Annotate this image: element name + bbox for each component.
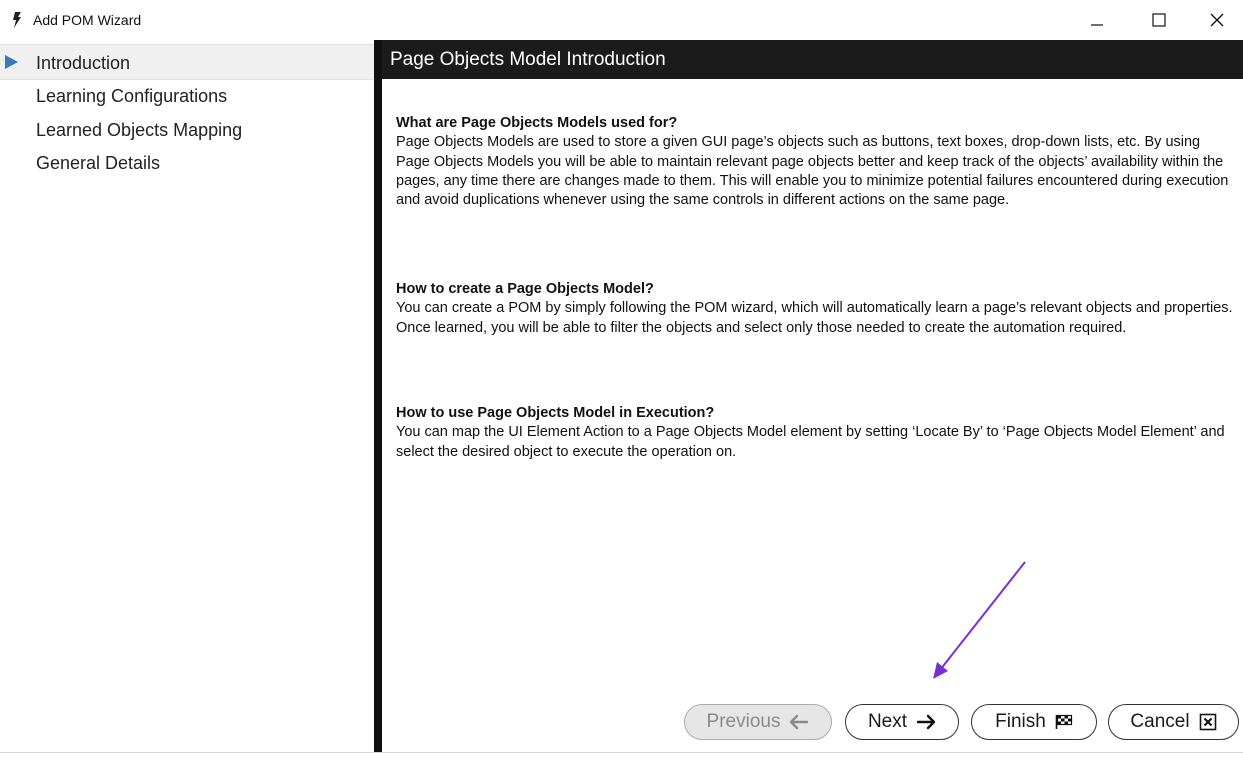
- cancel-button[interactable]: Cancel: [1108, 704, 1239, 740]
- arrow-left-icon: [790, 714, 809, 730]
- app-logo-icon: [12, 12, 22, 28]
- current-step-arrow-icon: [5, 55, 18, 69]
- section-body: You can create a POM by simply following…: [396, 300, 1233, 336]
- finish-label: Finish: [995, 711, 1046, 732]
- sidebar-item-label: General Details: [36, 153, 161, 173]
- close-icon: [1210, 13, 1224, 27]
- sidebar-item-label: Learned Objects Mapping: [36, 120, 243, 140]
- bottom-border: [0, 752, 1243, 753]
- next-button[interactable]: Next: [845, 704, 959, 740]
- section-title: What are Page Objects Models used for?: [396, 115, 678, 131]
- close-box-icon: [1199, 713, 1216, 731]
- window-title: Add POM Wizard: [33, 12, 142, 28]
- sidebar-item-label: Learning Configurations: [36, 86, 228, 106]
- section-title: How to use Page Objects Model in Executi…: [396, 405, 715, 421]
- minimize-icon: [1091, 24, 1103, 26]
- sidebar-item-introduction[interactable]: Introduction: [0, 44, 374, 80]
- sidebar-item-label: Introduction: [36, 53, 131, 73]
- page-title: Page Objects Model Introduction: [390, 49, 666, 70]
- minimize-button[interactable]: [1074, 0, 1120, 40]
- checkered-flag-icon: [1055, 714, 1072, 729]
- panel-divider[interactable]: [374, 40, 382, 752]
- previous-label: Previous: [706, 711, 781, 732]
- sidebar-item-learning-configurations[interactable]: Learning Configurations: [0, 78, 374, 112]
- section-body: You can map the UI Element Action to a P…: [396, 424, 1225, 460]
- title-bar: Add POM Wizard: [0, 0, 1243, 40]
- section-title: How to create a Page Objects Model?: [396, 281, 654, 297]
- previous-button[interactable]: Previous: [684, 704, 832, 740]
- cancel-label: Cancel: [1130, 711, 1190, 732]
- sidebar-item-general-details[interactable]: General Details: [0, 145, 374, 179]
- maximize-icon: [1152, 13, 1166, 27]
- finish-button[interactable]: Finish: [971, 704, 1097, 740]
- section-body: Page Objects Models are used to store a …: [396, 134, 1229, 209]
- wizard-steps-sidebar: Introduction Learning Configurations Lea…: [0, 40, 374, 752]
- next-label: Next: [867, 711, 908, 732]
- section-what-are-pom: What are Page Objects Models used for? P…: [396, 114, 1236, 210]
- section-how-to-create: How to create a Page Objects Model? You …: [396, 280, 1236, 338]
- arrow-right-icon: [916, 714, 936, 730]
- page-header: Page Objects Model Introduction: [382, 40, 1243, 79]
- close-button[interactable]: [1194, 0, 1240, 40]
- maximize-button[interactable]: [1136, 0, 1182, 40]
- sidebar-item-learned-objects-mapping[interactable]: Learned Objects Mapping: [0, 112, 374, 146]
- section-how-to-use: How to use Page Objects Model in Executi…: [396, 404, 1236, 462]
